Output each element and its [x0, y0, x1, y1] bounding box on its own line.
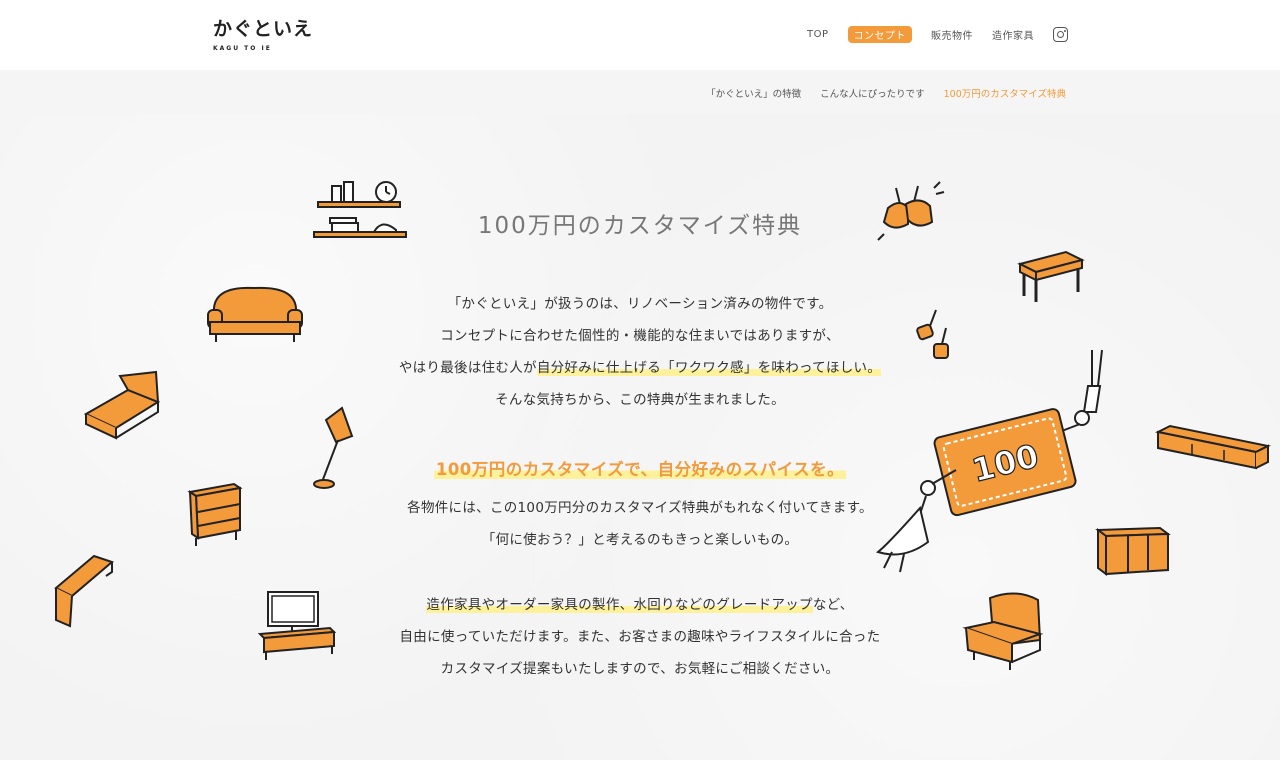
- customize-section: 100万円のカスタマイズ特典 「かぐといえ」が扱うのは、リノベーション済みの物件…: [0, 114, 1280, 760]
- pendant-lamps-illustration: [877, 181, 945, 241]
- floor-lamp-illustration: [313, 406, 354, 489]
- nav-furniture[interactable]: 造作家具: [992, 27, 1034, 42]
- para1-line2: コンセプトに合わせた個性的・機能的な住まいではありますが、: [440, 328, 840, 344]
- logo-text: かぐといえ: [213, 18, 314, 40]
- money-scene-illustration: 100: [875, 349, 1103, 573]
- para1-line1: 「かぐといえ」が扱うのは、リノベーション済みの物件です。: [447, 296, 833, 312]
- para3-line3: カスタマイズ提案もいたしますので、お気軽にご相談ください。: [440, 661, 840, 677]
- long-bench-illustration: [1154, 424, 1272, 470]
- subnav-customize[interactable]: 100万円のカスタマイズ特典: [944, 86, 1066, 100]
- bed-illustration: [83, 370, 161, 440]
- main-nav: TOP コンセプト 販売物件 造作家具: [807, 26, 1068, 43]
- subnav-features[interactable]: 「かぐといえ」の特徴: [706, 86, 801, 100]
- para3-line2: 自由に使っていただけます。また、お客さまの趣味やライフスタイルに合った: [399, 629, 881, 645]
- section-title: 100万円のカスタマイズ特典: [477, 213, 803, 239]
- para1-line3-pre: やはり最後は住む人が: [398, 360, 537, 376]
- site-header: かぐといえ KAGU TO IE TOP コンセプト 販売物件 造作家具: [0, 0, 1280, 70]
- shelf-clock-illustration: [313, 181, 407, 238]
- nav-properties[interactable]: 販売物件: [931, 27, 973, 42]
- nav-top[interactable]: TOP: [807, 29, 829, 40]
- para3-line1-post: など、: [812, 597, 854, 613]
- sideboard-illustration: [1095, 526, 1171, 576]
- side-table-illustration: [1017, 250, 1085, 302]
- nav-concept[interactable]: コンセプト: [847, 26, 912, 43]
- sub-nav: 「かぐといえ」の特徴 こんな人にぴったりです 100万円のカスタマイズ特典: [0, 70, 1280, 114]
- para3-line1: 造作家具やオーダー家具の製作、水回りなどのグレードアップなど、: [0, 593, 1280, 613]
- tv-stand-illustration: [257, 591, 337, 660]
- para1-line3-highlight: 自分好みに仕上げる「ワクワク感」を味わってほしい。: [536, 360, 882, 376]
- armchair-illustration: [962, 592, 1044, 670]
- subheading-text: 100万円のカスタマイズで、自分好みのスパイスを。: [433, 460, 847, 479]
- instagram-icon[interactable]: [1053, 27, 1068, 42]
- subnav-recommended[interactable]: こんな人にぴったりです: [820, 86, 925, 100]
- sofa-illustration: [207, 286, 303, 342]
- site-logo[interactable]: かぐといえ KAGU TO IE: [213, 14, 313, 52]
- stool-illustration: [54, 554, 114, 628]
- cabinet-illustration: [187, 482, 243, 546]
- para3-line1-highlight: 造作家具やオーダー家具の製作、水回りなどのグレードアップ: [426, 597, 813, 613]
- logo-subtext: KAGU TO IE: [213, 45, 272, 52]
